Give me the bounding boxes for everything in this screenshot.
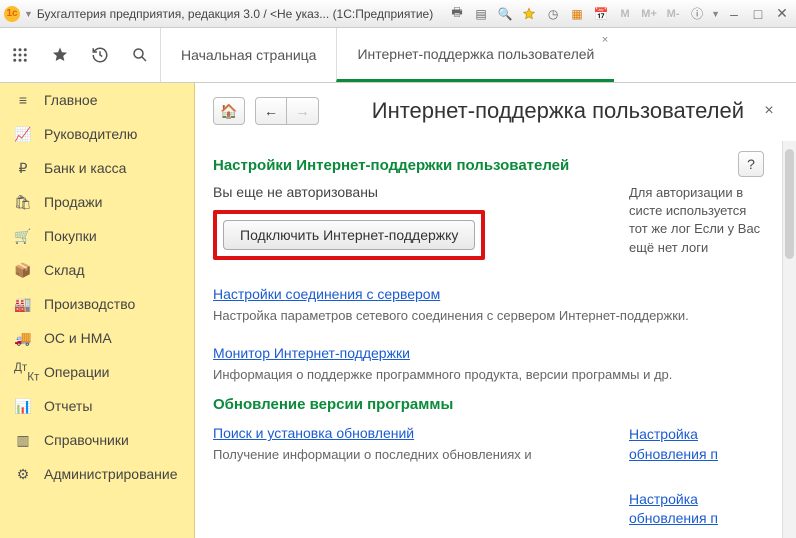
sidebar: ≡ Главное 📈 Руководителю ₽ Банк и касса … bbox=[0, 83, 195, 538]
calc-icon[interactable]: ▦ bbox=[567, 5, 587, 23]
sidebar-item-bank[interactable]: ₽ Банк и касса bbox=[0, 151, 194, 185]
connect-support-button[interactable]: Подключить Интернет-поддержку bbox=[223, 220, 475, 250]
close-window-icon[interactable]: ✕ bbox=[772, 5, 792, 23]
star-outline-icon[interactable] bbox=[40, 28, 80, 82]
info-dropdown-icon[interactable]: ▼ bbox=[711, 9, 720, 19]
calendar-icon[interactable]: 📅 bbox=[591, 5, 611, 23]
apps-grid-icon[interactable] bbox=[0, 28, 40, 82]
ruble-icon: ₽ bbox=[14, 160, 32, 177]
sidebar-item-manager[interactable]: 📈 Руководителю bbox=[0, 117, 194, 151]
tab-label: Начальная страница bbox=[181, 47, 316, 63]
sidebar-item-label: Отчеты bbox=[44, 398, 92, 414]
ops-icon: ДтКт bbox=[14, 361, 32, 383]
link-update-config-1[interactable]: Настройка обновления п bbox=[629, 425, 764, 465]
tab-internet-support[interactable]: Интернет-поддержка пользователей × bbox=[336, 28, 614, 82]
search-icon[interactable] bbox=[120, 28, 160, 82]
sidebar-item-label: ОС и НМА bbox=[44, 330, 112, 346]
scrollbar-thumb[interactable] bbox=[785, 149, 794, 259]
factory-icon: 🏭 bbox=[14, 296, 32, 313]
chart-icon: 📈 bbox=[14, 126, 32, 143]
sidebar-item-warehouse[interactable]: 📦 Склад bbox=[0, 253, 194, 287]
m-icon[interactable]: M bbox=[615, 5, 635, 23]
sidebar-item-label: Производство bbox=[44, 296, 135, 312]
content-header: 🏠 ← → Интернет-поддержка пользователей × bbox=[195, 83, 796, 131]
highlight-frame: Подключить Интернет-поддержку bbox=[213, 210, 485, 260]
report-icon: 📊 bbox=[14, 398, 32, 415]
desc-search-updates: Получение информации о последних обновле… bbox=[213, 446, 603, 464]
close-page-icon[interactable]: × bbox=[760, 102, 778, 120]
window-title: Бухгалтерия предприятия, редакция 3.0 / … bbox=[37, 7, 433, 21]
scrollbar[interactable] bbox=[782, 141, 796, 538]
main-area: ≡ Главное 📈 Руководителю ₽ Банк и касса … bbox=[0, 83, 796, 538]
menu-icon: ≡ bbox=[14, 92, 32, 108]
link-support-monitor[interactable]: Монитор Интернет-поддержки bbox=[213, 345, 410, 362]
sidebar-item-assets[interactable]: 🚚 ОС и НМА bbox=[0, 321, 194, 355]
m-plus-icon[interactable]: M+ bbox=[639, 5, 659, 23]
favorite-icon[interactable] bbox=[519, 5, 539, 23]
auth-status-text: Вы еще не авторизованы bbox=[213, 184, 603, 200]
box-icon: 📦 bbox=[14, 262, 32, 279]
tab-close-icon[interactable]: × bbox=[602, 34, 608, 46]
sidebar-item-label: Операции bbox=[44, 364, 110, 380]
sidebar-item-label: Администрирование bbox=[44, 466, 178, 482]
clock-icon[interactable]: ◷ bbox=[543, 5, 563, 23]
sidebar-item-label: Банк и касса bbox=[44, 160, 126, 176]
tab-label: Интернет-поддержка пользователей bbox=[357, 46, 594, 62]
doc-icon[interactable]: ▤ bbox=[471, 5, 491, 23]
top-toolbar: Начальная страница Интернет-поддержка по… bbox=[0, 28, 796, 83]
gear-icon: ⚙ bbox=[14, 466, 32, 483]
info-icon[interactable]: ⓘ bbox=[687, 5, 707, 23]
help-button[interactable]: ? bbox=[738, 151, 764, 177]
sidebar-item-reference[interactable]: ▥ Справочники bbox=[0, 423, 194, 457]
history-icon[interactable] bbox=[80, 28, 120, 82]
link-search-updates[interactable]: Поиск и установка обновлений bbox=[213, 425, 414, 442]
sidebar-item-purchases[interactable]: 🛒 Покупки bbox=[0, 219, 194, 253]
sidebar-item-label: Покупки bbox=[44, 228, 97, 244]
content-pane: 🏠 ← → Интернет-поддержка пользователей ×… bbox=[195, 83, 796, 538]
sidebar-item-operations[interactable]: ДтКт Операции bbox=[0, 355, 194, 389]
sidebar-item-reports[interactable]: 📊 Отчеты bbox=[0, 389, 194, 423]
sidebar-item-label: Справочники bbox=[44, 432, 129, 448]
maximize-icon[interactable]: □ bbox=[748, 5, 768, 23]
sidebar-item-label: Склад bbox=[44, 262, 85, 278]
link-update-config-2[interactable]: Настройка обновления п bbox=[629, 490, 764, 530]
forward-button[interactable]: → bbox=[287, 97, 319, 125]
sidebar-item-label: Руководителю bbox=[44, 126, 137, 142]
desc-connection-settings: Настройка параметров сетевого соединения… bbox=[213, 307, 764, 325]
window-titlebar: 1c ▼ Бухгалтерия предприятия, редакция 3… bbox=[0, 0, 796, 28]
tab-home[interactable]: Начальная страница bbox=[160, 28, 336, 82]
content-body: Настройки Интернет-поддержки пользовател… bbox=[195, 141, 782, 538]
desc-support-monitor: Информация о поддержке программного прод… bbox=[213, 366, 764, 384]
auth-hint-text: Для авторизации в систе используется тот… bbox=[629, 184, 764, 278]
sidebar-item-label: Продажи bbox=[44, 194, 102, 210]
sidebar-item-main[interactable]: ≡ Главное bbox=[0, 83, 194, 117]
sidebar-item-production[interactable]: 🏭 Производство bbox=[0, 287, 194, 321]
sidebar-item-label: Главное bbox=[44, 92, 98, 108]
dropdown-icon[interactable]: ▼ bbox=[24, 9, 33, 19]
section-update-title: Обновление версии программы bbox=[213, 396, 764, 413]
sidebar-item-sales[interactable]: 🛍 Продажи bbox=[0, 185, 194, 219]
m-minus-icon[interactable]: M- bbox=[663, 5, 683, 23]
sidebar-item-admin[interactable]: ⚙ Администрирование bbox=[0, 457, 194, 491]
page-title: Интернет-поддержка пользователей bbox=[329, 98, 744, 124]
link-connection-settings[interactable]: Настройки соединения с сервером bbox=[213, 286, 440, 303]
home-button[interactable]: 🏠 bbox=[213, 97, 245, 125]
app-icon: 1c bbox=[4, 6, 20, 22]
minimize-icon[interactable]: – bbox=[724, 5, 744, 23]
truck-icon: 🚚 bbox=[14, 330, 32, 347]
search-small-icon[interactable]: 🔍 bbox=[495, 5, 515, 23]
bag-icon: 🛍 bbox=[14, 194, 32, 211]
cart-icon: 🛒 bbox=[14, 228, 32, 245]
book-icon: ▥ bbox=[14, 432, 32, 449]
print-icon[interactable]: 🖶 bbox=[447, 5, 467, 23]
section-settings-title: Настройки Интернет-поддержки пользовател… bbox=[213, 157, 738, 174]
back-button[interactable]: ← bbox=[255, 97, 287, 125]
